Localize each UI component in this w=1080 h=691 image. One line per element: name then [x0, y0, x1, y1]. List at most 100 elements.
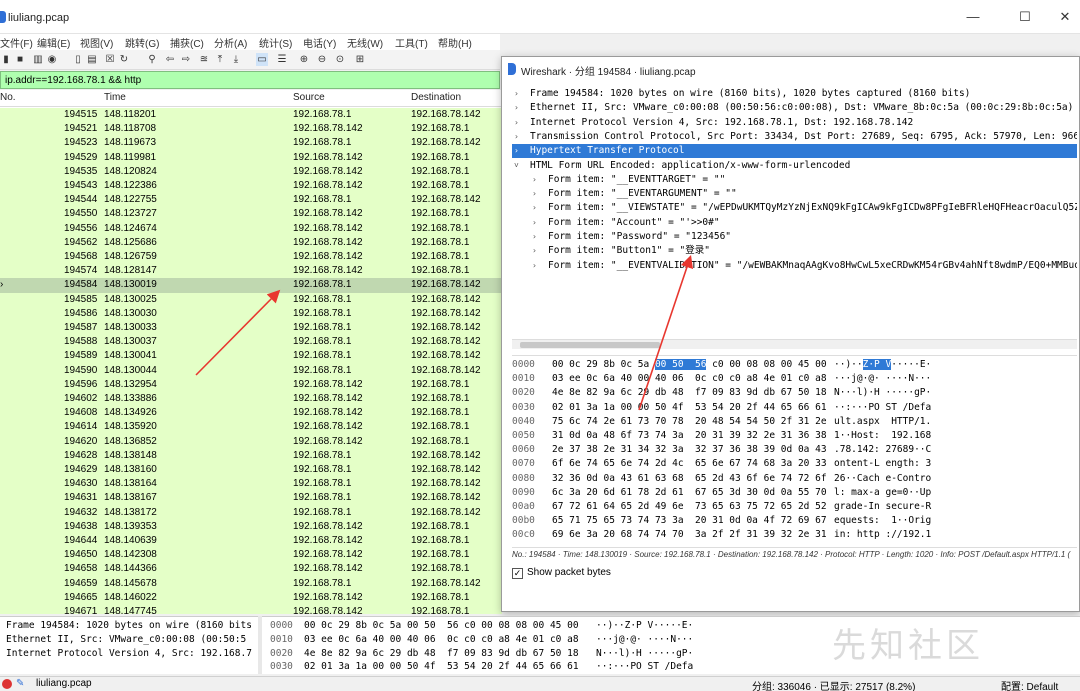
column-header-no[interactable]: No.	[0, 92, 16, 103]
column-header-time[interactable]: Time	[104, 92, 126, 103]
expand-arrow-icon[interactable]: ›	[532, 201, 537, 215]
last-packet-icon[interactable]: ⤓	[230, 53, 242, 66]
hex-row[interactable]: 0010 03 ee 0c 6a 40 00 40 06 0c c0 c0 a8 …	[512, 372, 1077, 386]
restart-capture-icon[interactable]: ▥	[32, 53, 44, 66]
menu-edit[interactable]: 编辑(E)	[37, 35, 70, 50]
open-file-icon[interactable]: ▯	[72, 53, 84, 66]
packet-row[interactable]: 194584 148.130019 192.168.78.1 192.168.78.1…	[0, 278, 502, 293]
packet-row[interactable]: 194638 148.139353 192.168.78.142 192.168.78…	[0, 519, 502, 534]
packet-row[interactable]: 194629 148.138160 192.168.78.1 192.168.78.1…	[0, 463, 502, 478]
expand-arrow-icon[interactable]: ›	[514, 87, 519, 101]
menu-help[interactable]: 帮助(H)	[438, 35, 472, 50]
expand-arrow-icon[interactable]: ›	[532, 187, 537, 201]
packet-row[interactable]: 194585 148.130025 192.168.78.1 192.168.78.1…	[0, 292, 502, 307]
detail-tree-item[interactable]: › Form item: "Button1" = "登录"	[512, 244, 1077, 258]
packet-row[interactable]: 194630 148.138164 192.168.78.1 192.168.78.1…	[0, 477, 502, 492]
packet-row[interactable]: 194562 148.125686 192.168.78.142 192.168.78…	[0, 235, 502, 250]
go-forward-icon[interactable]: ⇨	[180, 53, 192, 66]
expand-arrow-icon[interactable]: ›	[514, 144, 519, 158]
column-header-source[interactable]: Source	[293, 92, 325, 103]
hex-row[interactable]: 0050 31 0d 0a 48 6f 73 74 3a 20 31 39 32 …	[512, 429, 1077, 443]
detail-horizontal-scrollbar[interactable]	[512, 339, 1077, 349]
first-packet-icon[interactable]: ⤒	[214, 53, 226, 66]
hex-row[interactable]: 0040 75 6c 74 2e 61 73 70 78 20 48 54 54 …	[512, 415, 1077, 429]
hex-row[interactable]: 00b0 65 71 75 65 73 74 73 3a 20 31 0d 0a …	[512, 514, 1077, 528]
packet-row[interactable]: 194574 148.128147 192.168.78.142 192.168.78…	[0, 264, 502, 279]
hex-row[interactable]: 0000 00 0c 29 8b 0c 5a 00 50 56 c0 00 08 …	[512, 358, 1077, 372]
hex-row[interactable]: 0030 02 01 3a 1a 00 00 50 4f 53 54 20 2f …	[512, 401, 1077, 415]
close-file-icon[interactable]: ☒	[104, 53, 116, 66]
normal-size-icon[interactable]: ⊙	[334, 53, 346, 66]
bottom-detail-row[interactable]: Frame 194584: 1020 bytes on wire (8160 b…	[6, 619, 252, 633]
collapse-arrow-icon[interactable]: ˅	[514, 159, 519, 173]
reload-file-icon[interactable]: ↻	[118, 53, 130, 66]
capture-options-icon[interactable]: ◉	[46, 53, 58, 66]
expand-arrow-icon[interactable]: ›	[532, 230, 537, 244]
menu-view[interactable]: 视图(V)	[80, 35, 113, 50]
packet-row[interactable]: 194588 148.130037 192.168.78.1 192.168.78.1…	[0, 335, 502, 350]
detail-tree-item[interactable]: › Internet Protocol Version 4, Src: 192.1…	[512, 116, 1077, 130]
expand-arrow-icon[interactable]: ›	[532, 244, 537, 258]
detail-tree-item[interactable]: › Hypertext Transfer Protocol	[512, 144, 1077, 159]
display-filter-input[interactable]	[5, 73, 485, 87]
go-to-packet-icon[interactable]: ≊	[198, 53, 210, 66]
hex-row[interactable]: 0060 2e 37 38 2e 31 34 32 3a 32 37 36 38 …	[512, 443, 1077, 457]
packet-row[interactable]: 194521 148.118708 192.168.78.142 192.168.78…	[0, 122, 502, 137]
packet-row[interactable]: 194529 148.119981 192.168.78.142 192.168.78…	[0, 150, 502, 165]
resize-columns-icon[interactable]: ⊞	[354, 53, 366, 66]
maximize-button[interactable]: ☐	[1016, 8, 1034, 26]
expand-arrow-icon[interactable]: ›	[514, 130, 519, 144]
bottom-detail-row[interactable]: Internet Protocol Version 4, Src: 192.16…	[6, 647, 252, 661]
show-packet-bytes-checkbox[interactable]: ✓	[512, 568, 523, 579]
packet-row[interactable]: 194628 148.138148 192.168.78.1 192.168.78.1…	[0, 448, 502, 463]
packet-row[interactable]: 194586 148.130030 192.168.78.1 192.168.78.1…	[0, 306, 502, 321]
packet-row[interactable]: 194671 148.147745 192.168.78.142 192.168.78…	[0, 605, 502, 614]
expand-arrow-icon[interactable]: ›	[532, 173, 537, 187]
detail-tree-item[interactable]: › Transmission Control Protocol, Src Port…	[512, 130, 1077, 144]
expert-info-icon[interactable]	[2, 679, 12, 689]
detail-tree-item[interactable]: › Form item: "Account" = "'>>0#"	[512, 216, 1077, 230]
packet-row[interactable]: 194650 148.142308 192.168.78.142 192.168.78…	[0, 548, 502, 563]
status-profile[interactable]: 配置: Default	[1001, 678, 1058, 691]
expand-arrow-icon[interactable]: ›	[532, 216, 537, 230]
packet-row[interactable]: 194556 148.124674 192.168.78.142 192.168.78…	[0, 221, 502, 236]
packet-row[interactable]: 194589 148.130041 192.168.78.1 192.168.78.1…	[0, 349, 502, 364]
detail-tree-item[interactable]: ˅ HTML Form URL Encoded: application/x-ww…	[512, 159, 1077, 173]
packet-row[interactable]: 194543 148.122386 192.168.78.142 192.168.78…	[0, 179, 502, 194]
bottom-detail-row[interactable]: Ethernet II, Src: VMware_c0:00:08 (00:50…	[6, 633, 246, 647]
colorize-icon[interactable]: ☰	[276, 53, 288, 66]
packet-row[interactable]: 194658 148.144366 192.168.78.142 192.168.78…	[0, 562, 502, 577]
go-back-icon[interactable]: ⇦	[164, 53, 176, 66]
packet-row[interactable]: 194659 148.145678 192.168.78.1 192.168.78.1…	[0, 576, 502, 591]
zoom-out-icon[interactable]: ⊖	[316, 53, 328, 66]
packet-row[interactable]: 194596 148.132954 192.168.78.142 192.168.78…	[0, 377, 502, 392]
menu-capture[interactable]: 捕获(C)	[170, 35, 204, 50]
detail-tree-item[interactable]: › Form item: "__VIEWSTATE" = "/wEPDwUKMTQ…	[512, 201, 1077, 215]
packet-row[interactable]: 194568 148.126759 192.168.78.142 192.168.78…	[0, 250, 502, 265]
detail-tree-item[interactable]: › Form item: "Password" = "123456"	[512, 230, 1077, 244]
packet-row[interactable]: 194587 148.130033 192.168.78.1 192.168.78.1…	[0, 321, 502, 336]
hex-row[interactable]: 00a0 67 72 61 64 65 2d 49 6e 73 65 63 75 …	[512, 500, 1077, 514]
expand-arrow-icon[interactable]: ›	[514, 101, 519, 115]
packet-row[interactable]: 194602 148.133886 192.168.78.142 192.168.78…	[0, 392, 502, 407]
expand-arrow-icon[interactable]: ›	[514, 116, 519, 130]
packet-row[interactable]: 194544 148.122755 192.168.78.1 192.168.78.1…	[0, 193, 502, 208]
packet-row[interactable]: 194644 148.140639 192.168.78.142 192.168.78…	[0, 534, 502, 549]
scrollbar-thumb[interactable]	[520, 342, 660, 348]
packet-row[interactable]: 194550 148.123727 192.168.78.142 192.168.78…	[0, 207, 502, 222]
detail-tree-item[interactable]: › Ethernet II, Src: VMware_c0:00:08 (00:5…	[512, 101, 1077, 115]
packet-detail-titlebar[interactable]: Wireshark · 分组 194584 · liuliang.pcap	[502, 57, 1079, 81]
detail-tree-item[interactable]: › Frame 194584: 1020 bytes on wire (8160 …	[512, 87, 1077, 101]
minimize-button[interactable]: —	[964, 8, 982, 26]
menu-wireless[interactable]: 无线(W)	[347, 35, 383, 50]
zoom-in-icon[interactable]: ⊕	[298, 53, 310, 66]
menu-telephony[interactable]: 电话(Y)	[303, 35, 336, 50]
detail-tree-item[interactable]: › Form item: "__EVENTARGUMENT" = ""	[512, 187, 1077, 201]
edit-comment-icon[interactable]: ✎	[16, 678, 24, 689]
packet-row[interactable]: 194620 148.136852 192.168.78.142 192.168.78…	[0, 434, 502, 449]
packet-row[interactable]: 194665 148.146022 192.168.78.142 192.168.78…	[0, 590, 502, 605]
menu-statistics[interactable]: 统计(S)	[259, 35, 292, 50]
packet-row[interactable]: 194515 148.118201 192.168.78.1 192.168.78.1…	[0, 108, 502, 123]
menu-analyze[interactable]: 分析(A)	[214, 35, 247, 50]
packet-row[interactable]: 194590 148.130044 192.168.78.1 192.168.78.1…	[0, 363, 502, 378]
